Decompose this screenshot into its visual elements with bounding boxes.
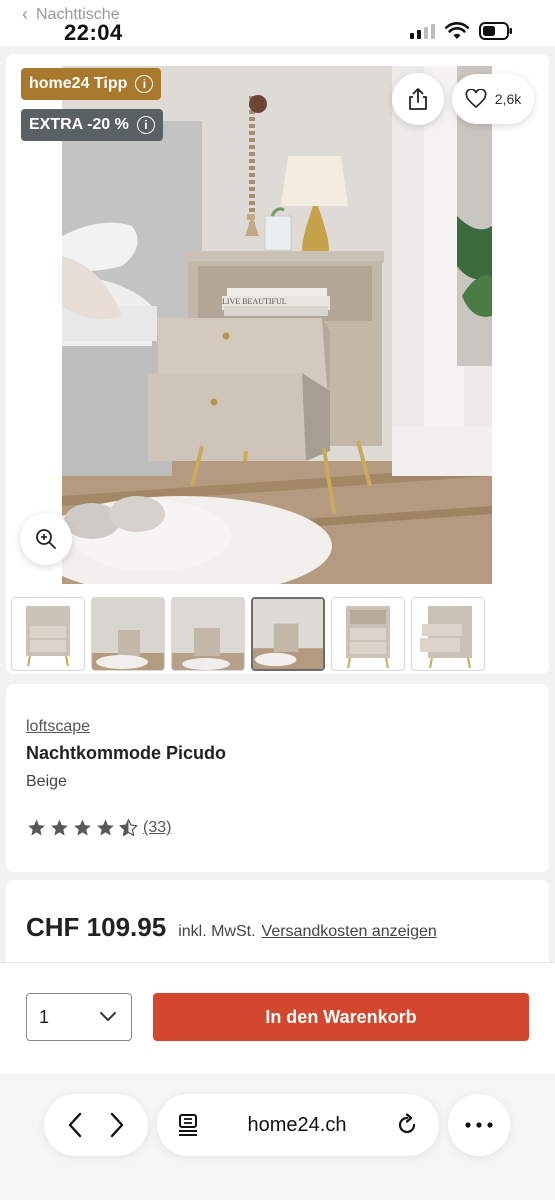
share-button[interactable] xyxy=(392,73,444,125)
address-bar[interactable]: home24.ch xyxy=(157,1094,439,1156)
product-main-image[interactable] xyxy=(62,66,492,584)
chevron-down-icon xyxy=(100,1012,116,1021)
cellular-signal-icon xyxy=(410,23,435,39)
half-star-icon xyxy=(119,819,138,837)
thumbnail-active[interactable] xyxy=(251,597,325,671)
info-icon: i xyxy=(135,75,154,93)
share-icon xyxy=(409,88,427,110)
quantity-value: 1 xyxy=(39,1006,50,1027)
clock: 22:04 xyxy=(64,20,123,45)
tip-badge[interactable]: home24 Tipp i xyxy=(21,68,162,100)
thumbnail[interactable] xyxy=(11,597,85,671)
more-icon xyxy=(465,1122,493,1128)
info-icon: i xyxy=(136,116,155,134)
price: CHF 109.95 xyxy=(26,912,167,942)
wishlist-count: 2,6k xyxy=(494,91,522,107)
zoom-button[interactable] xyxy=(20,513,72,565)
product-info-card xyxy=(6,684,549,872)
status-bar: ‹ Nachttische 22:04 xyxy=(0,0,555,46)
battery-icon xyxy=(479,22,512,40)
book-stack-label: LIVE BEAUTIFUL xyxy=(222,297,287,306)
star-icon xyxy=(97,819,114,836)
nav-buttons xyxy=(44,1094,148,1156)
chevron-left-icon: ‹ xyxy=(22,4,28,24)
quantity-select[interactable]: 1 xyxy=(26,993,132,1041)
thumbnail[interactable] xyxy=(331,597,405,671)
add-to-cart-button[interactable]: In den Warenkorb xyxy=(153,993,529,1041)
url-text: home24.ch xyxy=(247,1113,347,1136)
product-title: Nachtkommode Picudo xyxy=(26,743,227,763)
discount-badge-label: EXTRA -20 % xyxy=(29,116,129,133)
heart-icon xyxy=(465,89,487,109)
thumbnail[interactable] xyxy=(171,597,245,671)
thumbnail[interactable] xyxy=(91,597,165,671)
zoom-in-icon xyxy=(36,529,56,549)
thumbnail-strip xyxy=(11,597,485,671)
wishlist-button[interactable]: 2,6k xyxy=(452,74,534,124)
tax-note: inkl. MwSt. xyxy=(178,923,256,940)
forward-arrow-icon[interactable] xyxy=(109,1112,125,1138)
thumbnail[interactable] xyxy=(411,597,485,671)
back-arrow-icon[interactable] xyxy=(67,1112,83,1138)
star-icon xyxy=(51,819,68,836)
price-row: CHF 109.95 inkl. MwSt. Versandkosten anz… xyxy=(26,912,437,943)
reader-mode-icon[interactable] xyxy=(177,1113,199,1137)
wifi-icon xyxy=(445,22,469,39)
product-color: Beige xyxy=(26,773,67,790)
reload-icon[interactable] xyxy=(395,1113,419,1137)
review-count[interactable]: (33) xyxy=(143,819,171,837)
rating[interactable]: (33) xyxy=(26,818,171,838)
shipping-costs-link[interactable]: Versandkosten anzeigen xyxy=(262,923,437,941)
more-options-button[interactable] xyxy=(448,1094,510,1156)
star-icon xyxy=(74,819,91,836)
svg-text:LIVE BEAUTIFUL: LIVE BEAUTIFUL xyxy=(222,297,287,306)
discount-badge[interactable]: EXTRA -20 % i xyxy=(21,109,163,141)
star-icon xyxy=(28,819,45,836)
brand-link[interactable]: loftscape xyxy=(26,718,90,736)
system-icons xyxy=(410,22,513,40)
nightstand-photo xyxy=(62,66,492,584)
tip-badge-label: home24 Tipp xyxy=(29,75,128,92)
